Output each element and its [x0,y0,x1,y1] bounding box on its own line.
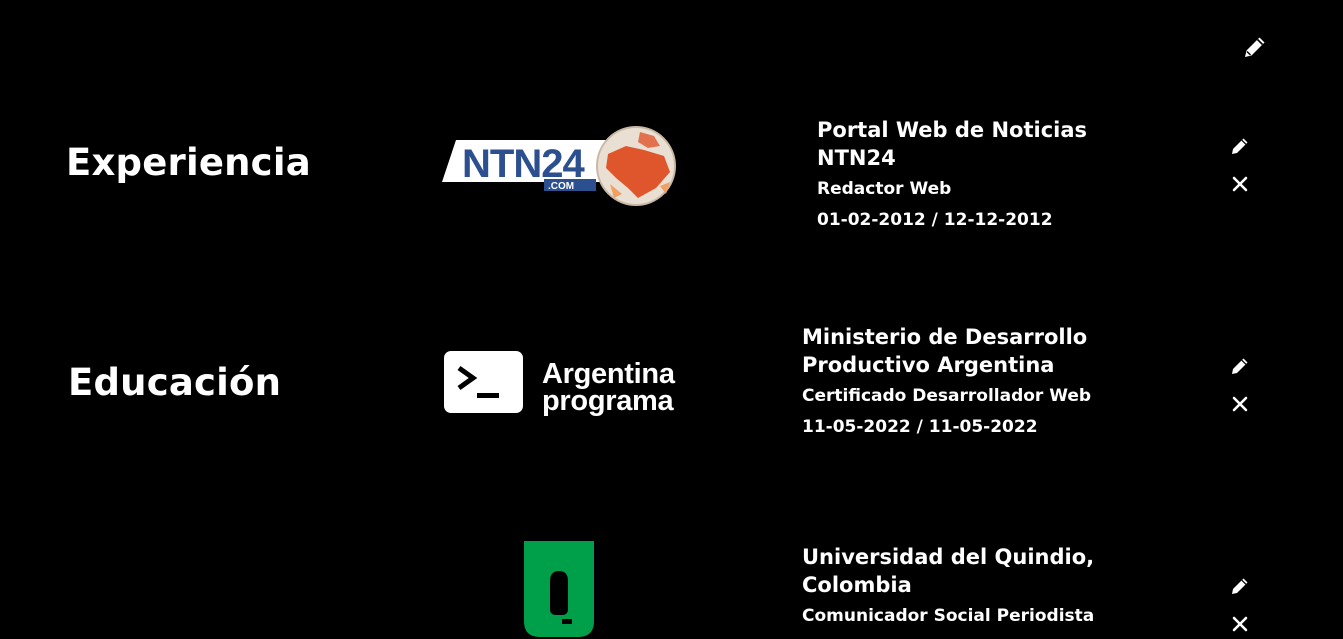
entry-institution: Ministerio de Desarrollo Productivo Arge… [802,325,1088,377]
experience-entry: Portal Web de Noticias NTN24 Redactor We… [817,116,1117,231]
argentina-programa-line1: Argentina [542,358,675,390]
portfolio-page: Experiencia NTN24 .COM Portal Web de Not… [0,0,1343,639]
entry-role: Comunicador Social Periodista [802,606,1095,626]
entry-dates: 01-02-2012 / 12-12-2012 [817,210,1053,230]
entry-role: Certificado Desarrollador Web [802,386,1092,406]
entry-institution: Universidad del Quindio, Colombia [802,545,1095,597]
close-icon[interactable] [1229,613,1251,635]
education-section-title: Educación [68,361,282,404]
education-entry: Ministerio de Desarrollo Productivo Arge… [802,323,1122,438]
entry-role: Redactor Web [817,179,952,199]
uniquindio-logo [524,541,594,639]
pencil-icon[interactable] [1229,135,1251,157]
entry-institution: Portal Web de Noticias NTN24 [817,118,1088,170]
education-entry: Universidad del Quindio, Colombia Comuni… [802,543,1122,627]
pencil-icon[interactable] [1241,33,1269,61]
pencil-icon[interactable] [1229,575,1251,597]
experience-section-title: Experiencia [66,141,311,184]
pencil-icon[interactable] [1229,355,1251,377]
entry-dates: 11-05-2022 / 11-05-2022 [802,417,1038,437]
close-icon[interactable] [1229,393,1251,415]
argentina-programa-line2: programa [542,385,674,417]
ntn24-logo: NTN24 .COM [440,124,680,208]
ntn24-logo-subtext: .COM [548,181,574,192]
close-icon[interactable] [1229,173,1251,195]
argentina-programa-logo: Argentina programa [443,350,683,420]
